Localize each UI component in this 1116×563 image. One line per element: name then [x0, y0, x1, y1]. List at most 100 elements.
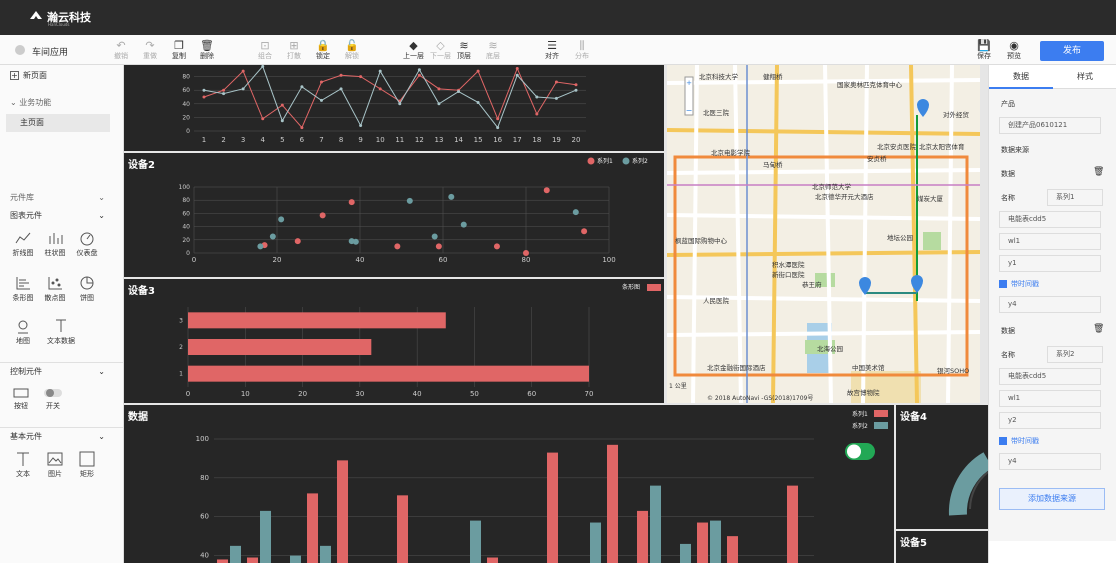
- x-tick-label: 70: [585, 390, 594, 398]
- chart-component-1[interactable]: 柱状图: [40, 230, 70, 258]
- chart-component-7[interactable]: 文本数据: [40, 318, 82, 346]
- y4b-select[interactable]: y4: [999, 453, 1101, 470]
- legend-marker: [587, 157, 595, 165]
- trash-icon[interactable]: 🗑: [1093, 324, 1104, 334]
- line-point: [417, 68, 421, 72]
- chart-component-5[interactable]: 饼图: [72, 275, 102, 303]
- chart-component-6[interactable]: 地图: [8, 318, 38, 346]
- map-label: 北京科技大学: [699, 72, 739, 81]
- line-point: [554, 80, 558, 84]
- basic-components-header[interactable]: 基本元件 ⌄: [0, 427, 123, 445]
- toolbar-icon: ≋: [488, 39, 498, 52]
- control-components-header[interactable]: 控制元件 ⌄: [0, 362, 123, 380]
- toolbar-button-0[interactable]: ↶ 撤销: [114, 39, 128, 60]
- toolbar-button-8[interactable]: ◆ 上一层: [403, 39, 424, 60]
- map-view[interactable]: + − 北京科技大学 健翔桥国家奥林匹克体育中心北医三院 对外经贸北京电影学院 北京安贞医…: [667, 65, 980, 403]
- chart-type-icon: [56, 319, 66, 332]
- field2-select[interactable]: 电能表cdd5: [999, 368, 1101, 385]
- map-label: 北京安贞医院: [877, 142, 917, 151]
- y-tick-label: 0: [186, 250, 190, 257]
- toolbar-button-11[interactable]: ≋ 底层: [486, 39, 500, 60]
- checkbox-icon[interactable]: [999, 280, 1007, 288]
- data-panel[interactable]: 数据 40 60 80 100 系列1 系列2: [124, 405, 894, 563]
- map-label: 新街口医院: [772, 270, 805, 279]
- toolbar-button-15[interactable]: ◉ 预览: [1007, 39, 1021, 60]
- hbar: [188, 339, 372, 355]
- chart-component-0[interactable]: 折线图: [8, 230, 38, 258]
- device3-panel[interactable]: 设备3 0 10 20 30 40 50 60 70 1 2 3 条形图: [124, 279, 664, 403]
- tab-style[interactable]: 样式: [1053, 65, 1116, 89]
- button-component[interactable]: 按钮: [6, 387, 36, 411]
- page-item-home[interactable]: 主页面: [6, 114, 110, 132]
- y2-select[interactable]: y2: [999, 412, 1101, 429]
- wl2-select[interactable]: wl1: [999, 390, 1101, 407]
- y-tick-label: 1: [179, 371, 183, 378]
- design-canvas[interactable]: 0204060801001234567891011121314151617181…: [124, 65, 988, 563]
- bar: [230, 545, 241, 563]
- toolbar-button-6[interactable]: 🔒 锁定: [316, 39, 330, 60]
- toolbar-label: 删除: [200, 52, 214, 60]
- y4a-select[interactable]: y4: [999, 296, 1101, 313]
- line-point: [241, 87, 245, 91]
- new-page-button[interactable]: + 新页面: [0, 67, 123, 85]
- add-source-button[interactable]: 添加数据来源: [999, 488, 1105, 510]
- map-label: 北京德华开元大酒店: [815, 192, 874, 201]
- toolbar-button-9[interactable]: ◇ 下一层: [430, 39, 451, 60]
- switch-component[interactable]: 开关: [38, 387, 68, 411]
- component-library-header[interactable]: 元件库 ⌄: [0, 189, 123, 207]
- wl1-select[interactable]: wl1: [999, 233, 1101, 250]
- checkbox-icon[interactable]: [999, 437, 1007, 445]
- toolbar-button-10[interactable]: ≋ 顶层: [457, 39, 471, 60]
- text-component-label: 文本: [16, 470, 30, 478]
- legend-label: 条形图: [622, 283, 640, 291]
- toolbar-icon: ◇: [436, 39, 445, 52]
- chart-components-header[interactable]: 图表元件 ⌄: [0, 207, 123, 225]
- device4-panel[interactable]: 设备4: [896, 405, 988, 529]
- toolbar-icon: ≋: [459, 39, 469, 52]
- toolbar-button-5[interactable]: ⊞ 打散: [287, 39, 301, 60]
- rectangle-component[interactable]: 矩形: [72, 451, 102, 479]
- scatter-point: [460, 221, 467, 228]
- toolbar-button-3[interactable]: 🗑 删除: [200, 39, 214, 60]
- bar: [637, 510, 648, 563]
- device3-title: 设备3: [128, 286, 155, 297]
- image-component[interactable]: 图片: [40, 451, 70, 479]
- toolbar-button-1[interactable]: ↷ 重做: [143, 39, 157, 60]
- chart-component-4[interactable]: 散点图: [40, 275, 70, 303]
- map-panel[interactable]: + − 北京科技大学 健翔桥 国家奥林匹克体育中心 北医三院 对外经贸 北京电影学院 北京安贞医…: [667, 65, 980, 403]
- line-chart-panel[interactable]: 0204060801001234567891011121314151617181…: [124, 65, 664, 151]
- y1-select[interactable]: y1: [999, 255, 1101, 272]
- business-tree-toggle[interactable]: ⌄ 业务功能: [0, 94, 123, 112]
- toolbar-label: 锁定: [316, 52, 330, 60]
- tab-data[interactable]: 数据: [989, 65, 1053, 89]
- toolbar-button-14[interactable]: 💾 保存: [977, 39, 991, 60]
- x-tick-label: 3: [241, 136, 245, 144]
- series2-name-input[interactable]: 系列2: [1047, 346, 1103, 363]
- y-tick-label: 100: [179, 184, 191, 191]
- trash-icon[interactable]: 🗑: [1093, 167, 1104, 177]
- x-tick-label: 60: [527, 390, 536, 398]
- toolbar-button-13[interactable]: ⫼ 分布: [575, 39, 589, 60]
- time2-label: 带时间戳: [1011, 437, 1039, 445]
- toolbar-label: 底层: [486, 52, 500, 60]
- toolbar-button-2[interactable]: ❐ 复制: [172, 39, 186, 60]
- line-point: [574, 88, 578, 92]
- publish-button[interactable]: 发布: [1040, 41, 1104, 61]
- toolbar-button-4[interactable]: ⊡ 组合: [258, 39, 272, 60]
- bar: [470, 520, 481, 563]
- field1-select[interactable]: 电能表cdd5: [999, 211, 1101, 228]
- device5-panel[interactable]: 设备5: [896, 531, 988, 563]
- text-component[interactable]: 文本: [8, 451, 38, 479]
- device2-panel[interactable]: 设备2 0 20 40 60 80 100 0 20 40 60 80 100 系列1 系列2: [124, 153, 664, 277]
- line-point: [202, 88, 206, 92]
- map-label: 北京太阳宫体育: [919, 142, 965, 151]
- chart-component-2[interactable]: 仪表盘: [72, 230, 102, 258]
- toolbar-button-12[interactable]: ☰ 对齐: [545, 39, 559, 60]
- series1-name-input[interactable]: 系列1: [1047, 189, 1103, 206]
- toolbar-button-7[interactable]: 🔓 解锁: [345, 39, 359, 60]
- scatter-point: [572, 209, 579, 216]
- image-component-label: 图片: [48, 470, 62, 478]
- chart-component-3[interactable]: 条形图: [8, 275, 38, 303]
- bar: [710, 520, 721, 563]
- product-select[interactable]: 创建产品0610121: [999, 117, 1101, 134]
